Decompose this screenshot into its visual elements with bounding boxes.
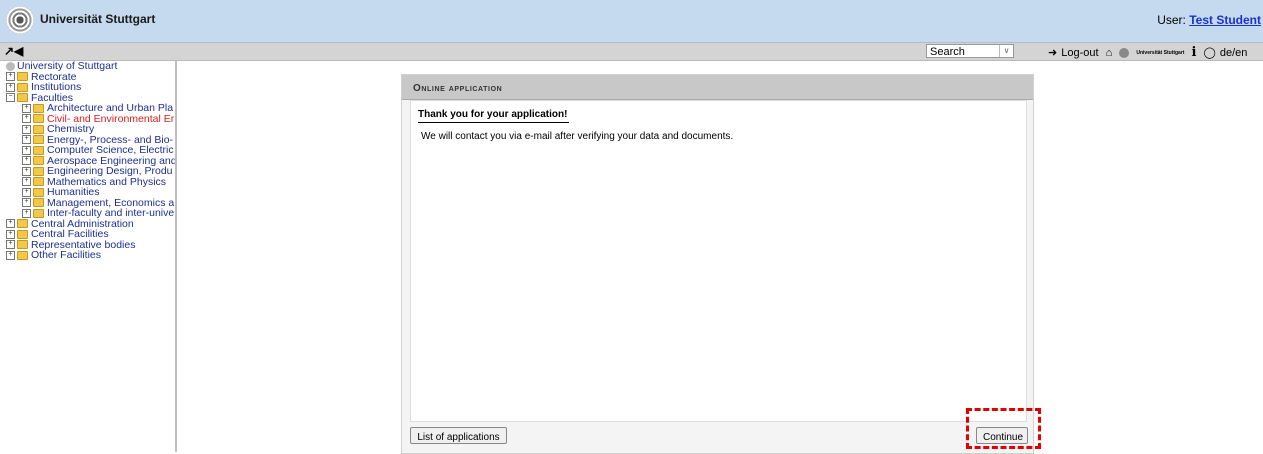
search-select-value: Search (930, 46, 965, 58)
expand-icon[interactable]: + (22, 198, 31, 208)
expand-icon[interactable]: + (22, 208, 31, 218)
expand-icon[interactable]: + (22, 124, 31, 134)
online-application-panel: Online application Thank you for your ap… (401, 74, 1034, 454)
logout-icon[interactable]: ➜ (1048, 47, 1057, 59)
expand-icon[interactable]: + (6, 229, 15, 239)
language-toggle[interactable]: de/en (1220, 47, 1248, 59)
folder-icon (33, 198, 44, 208)
toolbar-left-icons[interactable]: ↗◀ (4, 44, 23, 58)
expand-icon[interactable]: + (6, 82, 15, 92)
folder-icon (17, 72, 28, 82)
top-header: Universität Stuttgart User: Test Student (0, 0, 1263, 43)
home-icon[interactable]: ⌂ (1106, 47, 1113, 59)
user-name-link[interactable]: Test Student (1189, 13, 1261, 27)
expand-icon[interactable]: + (6, 219, 15, 229)
expand-icon[interactable]: + (22, 187, 31, 197)
info-icon[interactable]: i (1192, 45, 1197, 60)
folder-icon (33, 135, 44, 145)
folder-icon (17, 82, 28, 92)
university-seal-icon (6, 61, 15, 71)
folder-icon (33, 103, 44, 113)
contact-message: We will contact you via e-mail after ver… (421, 131, 734, 142)
expand-icon[interactable]: + (22, 135, 31, 145)
search-select[interactable]: Search ∨ (926, 44, 1014, 58)
chevron-down-icon[interactable]: ∨ (999, 45, 1013, 57)
folder-icon (33, 114, 44, 124)
folder-icon (33, 177, 44, 187)
panel-header: Online application (402, 75, 1033, 100)
user-area: User: Test Student (1157, 13, 1261, 27)
folder-icon (33, 187, 44, 197)
folder-icon (17, 229, 28, 239)
expand-icon[interactable]: + (22, 103, 31, 113)
sidebar-item-17[interactable]: + Other Facilities (6, 250, 175, 261)
university-logo[interactable] (6, 6, 34, 34)
university-title[interactable]: Universität Stuttgart (40, 12, 155, 26)
folder-icon (33, 124, 44, 134)
mini-university-logo-text[interactable]: Universität Stuttgart (1136, 50, 1184, 56)
content-area: Thank you for your application! We will … (410, 100, 1027, 422)
expand-icon[interactable]: + (22, 156, 31, 166)
mini-university-logo-icon[interactable] (1119, 48, 1130, 59)
expand-icon[interactable]: + (22, 166, 31, 176)
sidebar-item-label[interactable]: Other Facilities (31, 249, 101, 261)
sidebar-tree: University of Stuttgart + Rectorate + Insti… (6, 61, 177, 452)
folder-icon (33, 166, 44, 176)
folder-icon (17, 219, 28, 229)
expand-icon[interactable]: + (22, 114, 31, 124)
expand-icon[interactable]: + (6, 250, 15, 260)
folder-icon (17, 250, 28, 260)
logout-link[interactable]: Log-out (1061, 47, 1098, 59)
list-of-applications-button[interactable]: List of applications (410, 427, 507, 444)
toolbar: ↗◀ Search ∨ ➜ Log-out ⌂ Universität Stutt… (0, 43, 1263, 61)
expand-icon[interactable]: + (6, 240, 15, 250)
continue-highlight-box (966, 408, 1041, 449)
speech-bubble-icon[interactable]: ◯ (1204, 47, 1216, 59)
collapse-icon[interactable]: − (6, 93, 15, 103)
expand-icon[interactable]: + (22, 145, 31, 155)
folder-icon (17, 93, 28, 103)
thanks-heading: Thank you for your application! (418, 109, 570, 123)
user-prefix: User: (1157, 13, 1186, 27)
panel-title: Online application (413, 83, 503, 94)
expand-icon[interactable]: + (22, 177, 31, 187)
folder-icon (33, 208, 44, 218)
folder-icon (17, 240, 28, 250)
toolbar-right: ➜ Log-out ⌂ Universität Stuttgart i ◯ de/e… (1048, 45, 1251, 60)
folder-icon (33, 156, 44, 166)
folder-icon (33, 145, 44, 155)
expand-icon[interactable]: + (6, 72, 15, 82)
